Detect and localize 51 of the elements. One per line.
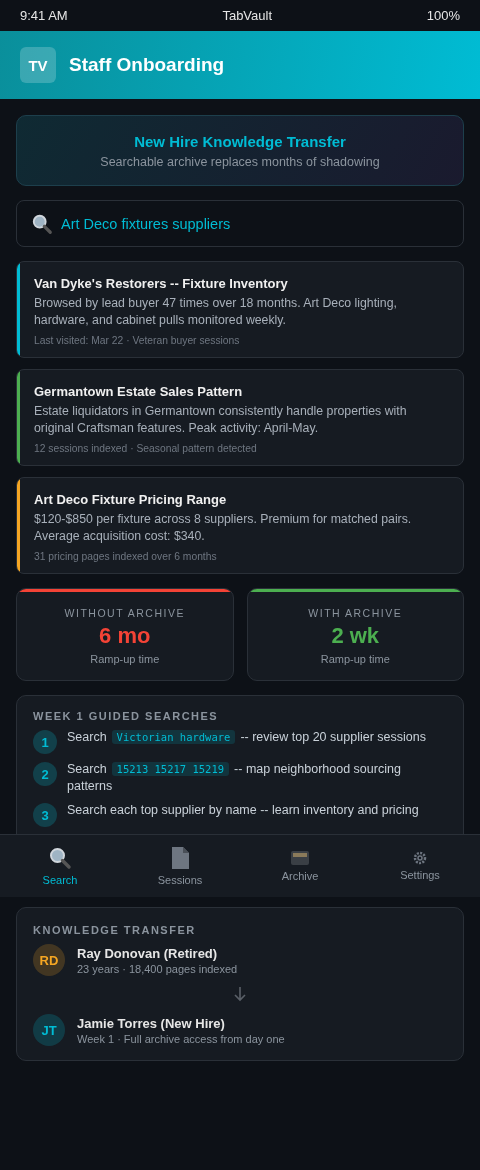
search-field[interactable]: Art Deco fixtures suppliers [16,200,464,247]
app-logo: TV [20,47,56,83]
step-text: Search each top supplier by name -- learn inventory and pricing [67,802,419,819]
search-value: Art Deco fixtures suppliers [61,215,231,232]
document-icon [170,846,190,870]
step-number: 1 [33,730,57,754]
nav-tab[interactable]: Archive [240,835,360,897]
result-description: Browsed by lead buyer 47 times over 18 months. Art Deco lighting, hardware, and cabinet pulls monitored weekly. [34,295,398,329]
status-time: 9:41 AM [20,8,68,23]
step-text: Search Victorian hardware -- review top 20 supplier sessions [67,729,426,746]
hero-subtitle: Searchable archive replaces months of shadowing [100,154,380,169]
result-meta: 31 pricing pages indexed over 6 months [34,551,218,562]
stat-label: WITHOUT ARCHIVE [64,607,185,619]
result-meta: 12 sessions indexed · Seasonal pattern detected [34,443,258,454]
result-meta: Last visited: Mar 22 · Veteran buyer sessions [34,335,241,346]
step-text: Search 15213 15217 15219 -- map neighborhood sourcing patterns [67,761,402,795]
hero-title: New Hire Knowledge Transfer [134,132,346,150]
step-number: 3 [33,803,57,827]
settings-icon [413,851,427,865]
status-title: TabVault [222,8,273,23]
person-detail: 23 years · 18,400 pages indexed [77,962,238,975]
nav-tab[interactable]: Settings [360,835,480,897]
result-description: $120-$850 per fixture across 8 suppliers. Premium for matched pairs. Average acquisition cost: $340. [34,511,413,545]
avatar-initials: JT [41,1022,57,1038]
battery-level: 100% [426,8,460,23]
result-title: Germantown Estate Sales Pattern [34,384,244,399]
section-title: WEEK 1 GUIDED SEARCHES [33,710,220,722]
archive-icon [290,850,310,866]
person-name: Ray Donovan (Retired) [77,945,219,961]
arrow-down-icon [233,986,247,1002]
search-icon [31,212,53,235]
page-title: Staff Onboarding [69,54,225,76]
step-number: 2 [33,762,57,786]
nav-tab[interactable]: Search [0,835,120,897]
stat-value: 2 wk [331,623,380,649]
result-title: Van Dyke's Restorers -- Fixture Inventory [34,276,289,291]
stat-value: 6 mo [99,623,151,649]
result-card[interactable]: Van Dyke's Restorers -- Fixture Inventory Browsed by lead buyer 47 times over 18 months. Art Deco lighting, hardware, and cabinet pulls monitored weekly. Last visited: Mar 22 · Veteran buyer sessions [16,261,464,358]
avatar-initials: RD [39,952,59,968]
person-name: Jamie Torres (New Hire) [77,1015,226,1031]
stat-label: WITH ARCHIVE [308,607,403,619]
stat-caption: Ramp-up time [320,653,390,665]
result-title: Art Deco Fixture Pricing Range [34,492,228,507]
section-title: KNOWLEDGE TRANSFER [33,924,197,936]
result-card[interactable]: Art Deco Fixture Pricing Range $120-$850 per fixture across 8 suppliers. Premium for matched pairs. Average acquisition cost: $340. 31 pricing pages indexed over 6 months [16,477,464,574]
result-description: Estate liquidators in Germantown consistently handle properties with original Craftsman features. Peak activity: April-May. [34,403,408,437]
person-detail: Week 1 · Full archive access from day one [77,1032,285,1045]
result-card[interactable] [16,369,464,466]
stat-caption: Ramp-up time [90,653,160,665]
nav-tab[interactable]: Sessions [120,835,240,897]
search-icon [48,846,72,870]
